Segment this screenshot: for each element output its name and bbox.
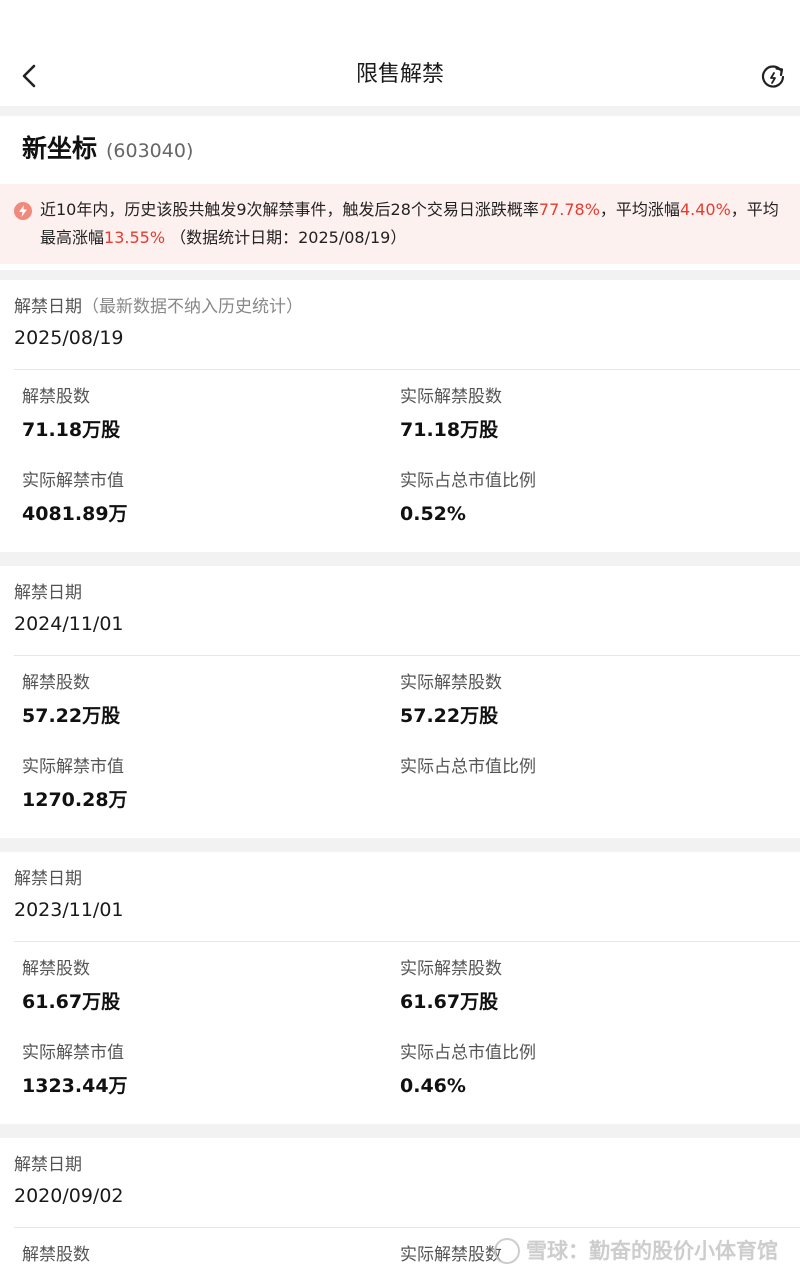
shares-label: 解禁股数 — [22, 1245, 90, 1265]
actual-ratio-label: 实际占总市值比例 — [400, 1043, 536, 1063]
actual-shares-label: 实际解禁股数 — [400, 1245, 502, 1265]
notice-text: 近10年内，历史该股共触发9次解禁事件，触发后28个交易日涨跌概率77.78%，… — [40, 196, 784, 252]
actual-value-label: 实际解禁市值 — [22, 471, 124, 491]
divider — [14, 1227, 800, 1228]
stock-name: 新坐标 — [22, 134, 98, 163]
date-note: （最新数据不纳入历史统计） — [82, 297, 303, 317]
unlock-event-card: 解禁日期 2024/11/01 解禁股数 57.22万股 实际解禁股数 57.2… — [0, 566, 800, 838]
notice-part2: ，平均涨幅 — [599, 200, 680, 219]
actual-shares-label: 实际解禁股数 — [400, 673, 502, 693]
stock-header-card: 新坐标 (603040) 近10年内，历史该股共触发9次解禁事件，触发后28个交… — [0, 116, 800, 270]
actual-shares-value: 71.18万股 — [400, 419, 499, 441]
unlock-event-card: 解禁日期 2023/11/01 解禁股数 61.67万股 实际解禁股数 61.6… — [0, 852, 800, 1124]
date-label: 解禁日期 — [14, 583, 82, 603]
notice-avg-max-gain: 13.55% — [104, 228, 166, 247]
unlock-date: 2020/09/02 — [14, 1185, 124, 1207]
page-title: 限售解禁 — [355, 62, 444, 87]
refresh-button[interactable] — [758, 60, 788, 94]
unlock-date: 2025/08/19 — [14, 327, 124, 349]
actual-value-label: 实际解禁市值 — [22, 1043, 124, 1063]
top-bar: 限售解禁 — [0, 0, 800, 106]
watermark-text: 雪球：勤奋的股价小体育馆 — [526, 1239, 778, 1263]
shares-value: 71.18万股 — [22, 419, 121, 441]
actual-shares-label: 实际解禁股数 — [400, 959, 502, 979]
actual-ratio-label: 实际占总市值比例 — [400, 471, 536, 491]
shares-label: 解禁股数 — [22, 959, 90, 979]
date-label: 解禁日期（最新数据不纳入历史统计） — [14, 294, 303, 320]
unlock-date: 2023/11/01 — [14, 899, 124, 921]
notice-part4: （数据统计日期：2025/08/19） — [165, 228, 407, 247]
snowball-logo-icon — [494, 1238, 520, 1264]
actual-ratio-label: 实际占总市值比例 — [400, 757, 536, 777]
shares-label: 解禁股数 — [22, 673, 90, 693]
divider — [14, 941, 800, 942]
divider — [14, 655, 800, 656]
actual-ratio-value: 0.46% — [400, 1075, 466, 1097]
notice-part1: 近10年内，历史该股共触发9次解禁事件，触发后28个交易日涨跌概率 — [40, 200, 539, 219]
shares-value: 57.22万股 — [22, 705, 121, 727]
date-label: 解禁日期 — [14, 1155, 82, 1175]
stock-code: (603040) — [106, 140, 194, 162]
watermark: 雪球：勤奋的股价小体育馆 — [494, 1236, 778, 1266]
actual-value-label: 实际解禁市值 — [22, 757, 124, 777]
notice-probability: 77.78% — [538, 200, 600, 219]
statistics-notice: 近10年内，历史该股共触发9次解禁事件，触发后28个交易日涨跌概率77.78%，… — [0, 184, 800, 264]
refresh-icon — [761, 65, 785, 88]
unlock-date: 2024/11/01 — [14, 613, 124, 635]
actual-value-value: 4081.89万 — [22, 503, 128, 525]
unlock-event-card: 解禁日期（最新数据不纳入历史统计） 2025/08/19 解禁股数 71.18万… — [0, 280, 800, 552]
actual-value-value: 1323.44万 — [22, 1075, 128, 1097]
actual-shares-label: 实际解禁股数 — [400, 387, 502, 407]
actual-shares-value: 61.67万股 — [400, 991, 499, 1013]
actual-value-value: 1270.28万 — [22, 789, 128, 811]
divider — [14, 369, 800, 370]
lightning-icon — [14, 202, 32, 220]
actual-shares-value: 57.22万股 — [400, 705, 499, 727]
shares-label: 解禁股数 — [22, 387, 90, 407]
shares-value: 61.67万股 — [22, 991, 121, 1013]
actual-ratio-value: 0.52% — [400, 503, 466, 525]
date-label-text: 解禁日期 — [14, 297, 82, 317]
notice-avg-gain: 4.40% — [679, 200, 731, 219]
date-label: 解禁日期 — [14, 869, 82, 889]
